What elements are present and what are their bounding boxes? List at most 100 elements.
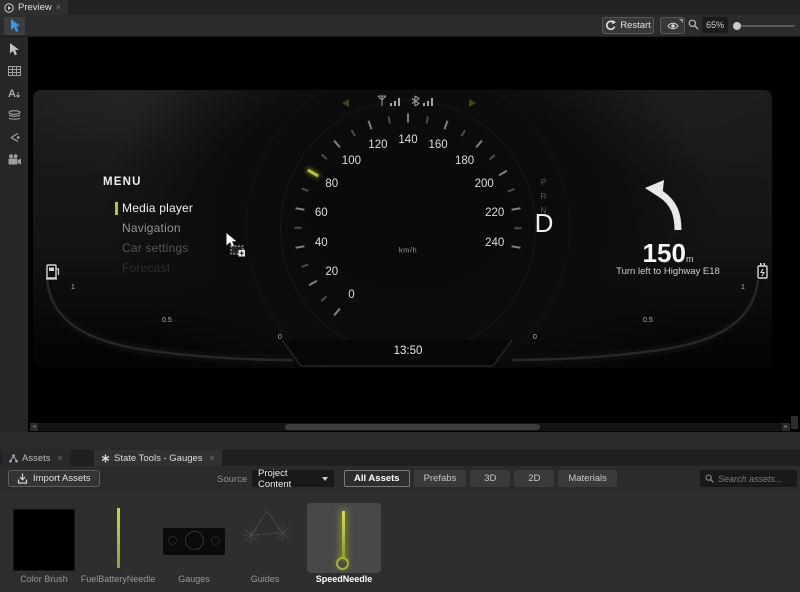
tab-state-tools-label: State Tools - Gauges [114,453,203,464]
speedometer-tick [461,129,466,136]
cluster-clock: 13:50 [358,345,458,357]
search-icon [705,474,714,483]
import-assets-button[interactable]: Import Assets [8,470,100,487]
filter-all-assets[interactable]: All Assets [344,470,410,487]
import-icon [17,473,28,484]
speedometer-tick [388,116,391,123]
drag-copy-cursor-icon [219,232,249,258]
distance-value: 150 [643,238,686,268]
charge-tick-full: 1 [741,284,745,291]
tab-preview-label: Preview [18,2,52,13]
speedometer-tick [499,170,508,176]
gear-p: P [537,176,551,190]
tab-assets[interactable]: Assets × [2,450,70,466]
filter-3d[interactable]: 3D [470,470,510,487]
instrument-cluster: MENU Media playerNavigationCar settingsF… [33,90,772,368]
preview-tabbar: Preview × [0,0,800,15]
text-tool-icon[interactable]: A [0,84,28,102]
scroll-left-arrow[interactable]: ◂ [30,423,38,431]
gauges-thumb-left-dial [168,536,177,545]
gauges-thumb-dial [185,531,204,550]
cursor-tool-icon[interactable] [0,40,28,58]
connections-tool-icon[interactable] [0,128,28,146]
tab-preview[interactable]: Preview × [0,0,68,15]
selection-mode-button[interactable] [4,17,25,35]
zoom-slider[interactable] [734,25,795,27]
speedometer-tick [301,264,308,268]
close-icon[interactable]: × [58,454,63,463]
asset-label-gauges[interactable]: Gauges [161,574,227,584]
assets-grid: Color Brush FuelBatteryNeedle Gauges Gui… [0,491,800,592]
horizontal-scrollbar[interactable]: ◂ ▸ [30,423,790,431]
restart-button[interactable]: Restart [602,17,654,34]
source-label: Source [217,474,247,485]
filter-2d[interactable]: 2D [514,470,554,487]
close-icon[interactable]: × [56,3,61,12]
speedometer-label: 220 [485,207,504,219]
application-window: Preview × Restart 65% [0,0,800,592]
bottom-panel-tabbar: Assets × State Tools - Gauges × [0,450,800,466]
preview-viewport[interactable]: MENU Media playerNavigationCar settingsF… [28,37,800,432]
speedometer-label: 60 [315,207,328,219]
speedometer-tick [308,280,317,286]
speedometer-label: 180 [455,155,474,167]
tab-state-tools-gauges[interactable]: State Tools - Gauges × [94,450,222,466]
speedometer-tick [426,116,429,123]
distance-unit: m [686,254,694,264]
asset-thumb-fuelbatteryneedle[interactable] [117,508,120,568]
tab-assets-label: Assets [22,453,51,464]
speedometer-label: 0 [348,289,354,301]
zoom-level-value[interactable]: 65% [702,17,728,33]
speedometer-tick [321,154,327,160]
source-dropdown[interactable]: Project Content [252,470,334,487]
search-input[interactable] [718,474,792,484]
speedometer-tick [301,188,308,192]
magnifier-icon [688,19,699,30]
vertical-scrollbar-stub[interactable] [791,416,798,429]
filter-prefabs[interactable]: Prefabs [414,470,467,487]
speedometer-label: 140 [398,134,417,146]
svg-text:A: A [8,88,16,99]
gear-r: R [537,190,551,204]
filter-materials[interactable]: Materials [558,470,617,487]
left-tool-sidebar: A [0,37,28,450]
asset-label-speedneedle[interactable]: SpeedNeedle [310,574,378,584]
speedometer-label: 40 [315,237,328,249]
speedometer-tick [295,245,304,249]
speedneedle-thumb-hub [336,557,349,570]
close-icon[interactable]: × [210,454,215,463]
asset-label-fuelbatteryneedle[interactable]: FuelBatteryNeedle [73,574,163,584]
asset-label-guides[interactable]: Guides [232,574,298,584]
asset-thumb-gauges[interactable] [163,528,225,555]
navigation-instruction: Turn left to Highway E18 [588,266,748,277]
speedneedle-thumb-needle [342,511,345,559]
camera-tool-icon[interactable] [0,150,28,168]
gauges-thumb-right-dial [211,536,220,545]
speedometer-tick [295,207,304,211]
viewport-bottom-strip [0,432,800,450]
visibility-button[interactable] [660,17,685,34]
eye-icon [667,21,679,31]
source-dropdown-value: Project Content [258,468,322,490]
asset-search[interactable] [700,470,797,487]
assets-toolbar: Import Assets Source Project Content All… [0,466,800,491]
asset-thumb-color-brush[interactable] [13,509,75,571]
restart-icon [605,20,616,31]
speedometer-tick [295,227,302,229]
fuel-tick-half: 0.5 [162,317,172,324]
scroll-right-arrow[interactable]: ▸ [782,423,790,431]
asset-label-color-brush[interactable]: Color Brush [11,574,77,584]
speedometer-label: 80 [325,178,338,190]
asset-thumb-speedneedle[interactable] [307,503,381,573]
horizontal-scrollbar-thumb[interactable] [285,424,540,430]
speedometer-tick [321,296,327,302]
speed-needle [307,169,319,178]
grid-tool-icon[interactable] [0,62,28,80]
layers-tool-icon[interactable] [0,106,28,124]
speedometer-tick [351,129,356,136]
asset-thumb-guides[interactable] [238,505,296,553]
zoom-slider-handle[interactable] [733,22,741,30]
import-label: Import Assets [33,473,91,484]
speedometer-tick [512,245,521,249]
speedometer-tick [407,114,409,123]
